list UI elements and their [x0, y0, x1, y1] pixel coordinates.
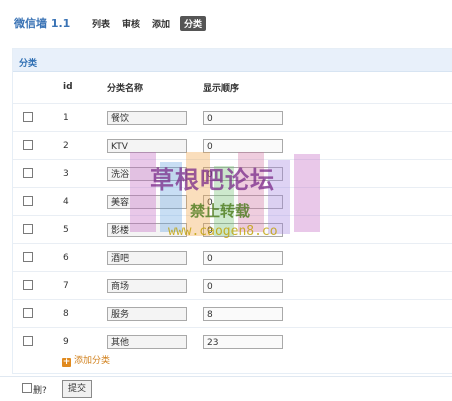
- header-order: 显示顺序: [203, 83, 240, 94]
- row-id: 7: [63, 271, 107, 300]
- row-checkbox[interactable]: [23, 308, 33, 319]
- row-checkbox[interactable]: [23, 252, 33, 263]
- panel-title: 分类: [19, 59, 38, 69]
- row-name-input[interactable]: 商场: [107, 278, 187, 293]
- watermark-sub: 禁止转载: [190, 202, 251, 220]
- add-category-link[interactable]: + 添加分类: [62, 353, 110, 367]
- row-checkbox[interactable]: [23, 280, 33, 291]
- row-order-input[interactable]: 0: [203, 278, 283, 293]
- row-checkbox[interactable]: [23, 140, 33, 151]
- table-row: 8 服务 8: [13, 299, 452, 328]
- table-header-row: id 分类名称 显示顺序: [13, 71, 452, 104]
- delete-checkbox[interactable]: [22, 383, 32, 393]
- row-id: 4: [63, 187, 107, 216]
- nav-add[interactable]: 添加: [150, 16, 172, 31]
- row-id: 1: [63, 103, 107, 132]
- header-select: [13, 71, 63, 104]
- top-nav: 列表 审核 添加 分类: [90, 16, 207, 31]
- top-header: 微信墙 1.1 列表 审核 添加 分类: [0, 0, 452, 42]
- row-name-input[interactable]: 服务: [107, 306, 187, 321]
- delete-label: 删?: [33, 386, 47, 396]
- row-name-input[interactable]: KTV: [107, 138, 187, 153]
- watermark-main: 草根吧论坛: [150, 165, 275, 194]
- nav-category[interactable]: 分类: [180, 16, 207, 31]
- row-id: 6: [63, 243, 107, 272]
- row-order-input[interactable]: 8: [203, 306, 283, 321]
- table-row: 1 餐饮 0: [13, 103, 452, 132]
- row-name-input[interactable]: 其他: [107, 334, 187, 349]
- row-checkbox[interactable]: [23, 336, 33, 347]
- row-order-input[interactable]: 23: [203, 334, 283, 349]
- panel-header: 分类: [13, 49, 452, 72]
- row-id: 5: [63, 215, 107, 244]
- table-row: 7 商场 0: [13, 271, 452, 300]
- row-name-input[interactable]: 餐饮: [107, 110, 187, 125]
- app-title: 微信墙 1.1: [14, 17, 71, 30]
- row-checkbox[interactable]: [23, 196, 33, 207]
- header-name: 分类名称: [107, 83, 144, 94]
- nav-review[interactable]: 审核: [120, 16, 142, 31]
- add-category-label: 添加分类: [74, 356, 111, 366]
- row-order-input[interactable]: 0: [203, 138, 283, 153]
- row-id: 2: [63, 131, 107, 160]
- row-order-input[interactable]: 0: [203, 110, 283, 125]
- row-id: 9: [63, 327, 107, 355]
- plus-icon: +: [62, 357, 71, 367]
- watermark-url: www.caogen8.co: [168, 224, 278, 239]
- row-id: 8: [63, 299, 107, 328]
- row-checkbox[interactable]: [23, 224, 33, 235]
- row-checkbox[interactable]: [23, 168, 33, 179]
- header-id: id: [63, 82, 73, 92]
- submit-button[interactable]: 提交: [62, 380, 93, 398]
- nav-list[interactable]: 列表: [90, 16, 112, 31]
- table-row: 9 其他 23: [13, 327, 452, 355]
- watermark: 草根吧论坛 禁止转载 www.caogen8.co: [130, 152, 330, 262]
- row-id: 3: [63, 159, 107, 188]
- row-checkbox[interactable]: [23, 112, 33, 123]
